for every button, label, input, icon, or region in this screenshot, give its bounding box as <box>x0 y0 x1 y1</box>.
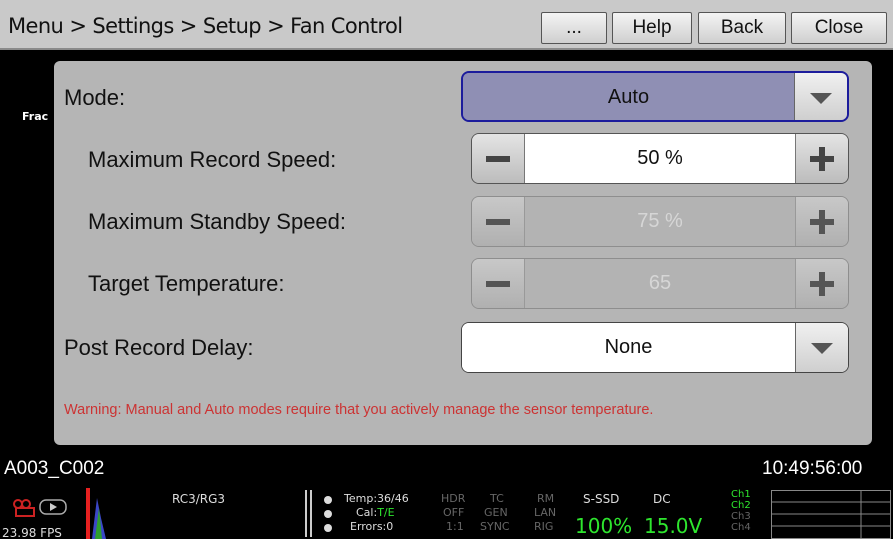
divider <box>310 490 312 537</box>
fps-readout: 23.98 FPS <box>2 526 62 539</box>
status-dot <box>324 524 332 532</box>
post-record-dropdown[interactable]: None <box>461 322 849 373</box>
post-record-label: Post Record Delay: <box>64 335 254 360</box>
color-space: RC3/RG3 <box>172 492 226 506</box>
target-temp-stepper: 65 <box>471 258 849 309</box>
target-temp-label: Target Temperature: <box>88 271 285 296</box>
rig-label: RIG <box>534 520 554 533</box>
errors-readout: Errors:0 <box>350 520 394 533</box>
minus-icon <box>472 259 525 308</box>
rm-label: RM <box>537 492 555 505</box>
chevron-down-icon[interactable] <box>794 73 847 120</box>
chevron-down-icon[interactable] <box>795 323 848 372</box>
post-record-value: None <box>462 323 795 372</box>
power-value: 15.0V <box>644 514 703 538</box>
status-bar: 23.98 FPS RC3/RG3 Temp:36/46 Cal:T/E Err… <box>0 488 893 539</box>
minus-icon <box>472 197 525 246</box>
clip-name: A003_C002 <box>4 458 105 479</box>
camera-play-icon <box>13 499 67 517</box>
fan-control-panel: Mode: Auto Maximum Record Speed: 50 % Ma… <box>54 61 872 445</box>
max-record-label: Maximum Record Speed: <box>88 147 337 172</box>
status-dot <box>324 510 332 518</box>
media-label: S-SSD <box>583 492 620 506</box>
audio-channel-meters <box>771 490 891 539</box>
cal-readout: Cal:T/E <box>356 506 395 519</box>
warning-text: Warning: Manual and Auto modes require t… <box>64 402 654 418</box>
ch4-label: Ch4 <box>731 522 751 533</box>
max-standby-label: Maximum Standby Speed: <box>88 209 347 234</box>
histogram-icon <box>92 498 106 539</box>
back-button[interactable]: Back <box>698 12 786 44</box>
timecode: 10:49:56:00 <box>762 458 863 479</box>
help-button[interactable]: Help <box>612 12 692 44</box>
plus-icon <box>795 197 848 246</box>
power-label: DC <box>653 492 671 506</box>
lan-label: LAN <box>534 506 557 519</box>
sync-label: SYNC <box>480 520 510 533</box>
ch3-label: Ch3 <box>731 511 751 522</box>
temp-readout: Temp:36/46 <box>344 492 409 505</box>
target-temp-value: 65 <box>525 259 795 308</box>
status-dot <box>324 496 332 504</box>
tc-value: GEN <box>484 506 508 519</box>
max-record-stepper[interactable]: 50 % <box>471 133 849 184</box>
divider <box>305 490 307 537</box>
close-button[interactable]: Close <box>791 12 887 44</box>
hdr-value: OFF <box>443 506 465 519</box>
max-record-value: 50 % <box>525 134 795 183</box>
mode-value: Auto <box>463 73 794 120</box>
max-standby-value: 75 % <box>525 197 795 246</box>
plus-icon[interactable] <box>795 134 848 183</box>
mode-label: Mode: <box>64 85 126 110</box>
hdr-label: HDR <box>441 492 466 505</box>
title-bar: Menu > Settings > Setup > Fan Control ..… <box>0 0 893 50</box>
breadcrumb: Menu > Settings > Setup > Fan Control <box>8 14 403 38</box>
max-standby-stepper: 75 % <box>471 196 849 247</box>
media-value: 100% <box>575 514 633 538</box>
frac-label: Frac <box>22 110 49 123</box>
minus-icon[interactable] <box>472 134 525 183</box>
audio-meter <box>86 488 90 539</box>
tc-label: TC <box>490 492 504 505</box>
ch1-label: Ch1 <box>731 489 751 500</box>
ch2-label: Ch2 <box>731 500 751 511</box>
more-button[interactable]: ... <box>541 12 607 44</box>
plus-icon <box>795 259 848 308</box>
ratio-value: 1:1 <box>446 520 464 533</box>
mode-dropdown[interactable]: Auto <box>461 71 849 122</box>
